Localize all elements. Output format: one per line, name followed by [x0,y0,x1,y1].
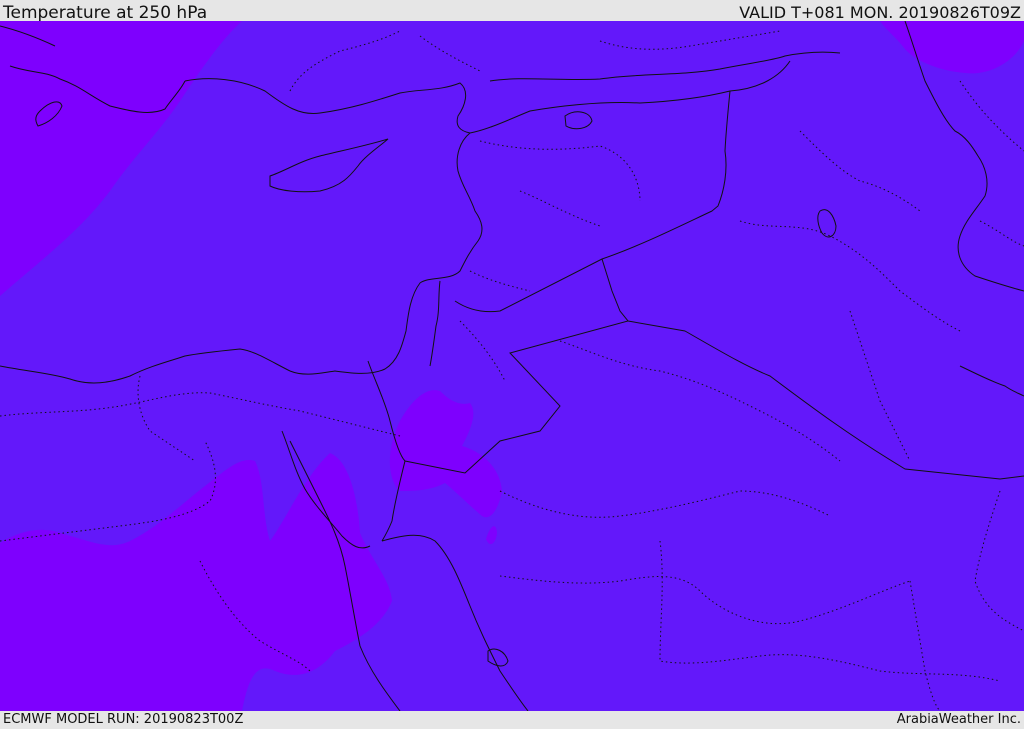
map-header: Temperature at 250 hPa VALID T+081 MON. … [0,0,1024,23]
credit-label: ArabiaWeather Inc. [896,712,1021,727]
valid-time: VALID T+081 MON. 20190826T09Z [739,3,1021,22]
model-run-label: ECMWF MODEL RUN: 20190823T00Z [3,712,244,727]
map-canvas[interactable] [0,21,1024,711]
map-footer: ECMWF MODEL RUN: 20190823T00Z ArabiaWeat… [0,711,1024,729]
map-title: Temperature at 250 hPa [3,3,208,23]
temperature-map [0,21,1024,711]
